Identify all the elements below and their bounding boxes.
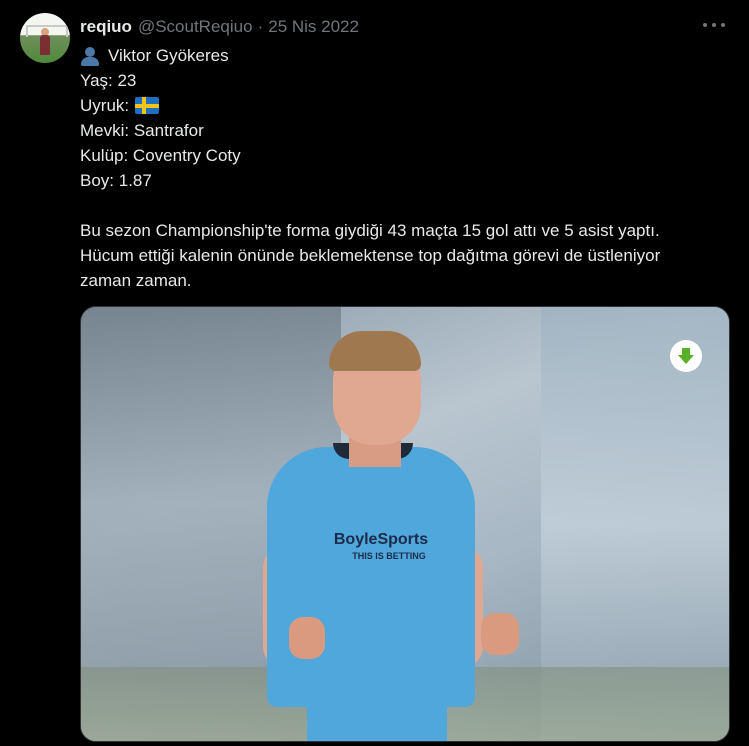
paragraph-line: Bu sezon Championship'te forma giydiği 4… (80, 218, 730, 243)
paragraph-text: zaman zaman. (80, 271, 192, 290)
more-dot (703, 23, 707, 27)
more-icon[interactable] (703, 18, 725, 32)
age-line: Yaş: 23 (80, 68, 730, 93)
player-name: Viktor Gyökeres (108, 46, 229, 65)
club-text: Kulüp: Coventry Coty (80, 146, 241, 165)
author-name[interactable]: reqiuo (80, 17, 132, 37)
shirt-sponsor: BoyleSports (333, 531, 429, 548)
download-arrow-glyph (678, 348, 694, 364)
paragraph-text: Hücum ettiği kalenin önünde beklemektens… (80, 246, 661, 265)
author-handle[interactable]: @ScoutReqiuo (138, 17, 253, 37)
tweet-photo[interactable]: BoyleSports THIS IS BETTING (80, 306, 730, 742)
height-line: Boy: 1.87 (80, 168, 730, 193)
club-line: Kulüp: Coventry Coty (80, 143, 730, 168)
tweet-text: Viktor Gyökeres Yaş: 23 Uyruk: Mevki: Sa… (80, 43, 730, 293)
position-text: Mevki: Santrafor (80, 121, 204, 140)
player-name-line: Viktor Gyökeres (80, 43, 730, 68)
height-text: Boy: 1.87 (80, 171, 152, 190)
player-hair (329, 331, 421, 371)
age-text: Yaş: 23 (80, 71, 137, 90)
avatar-person-body (40, 35, 50, 55)
shirt-sponsor-sub: THIS IS BETTING (352, 551, 426, 561)
more-dot (721, 23, 725, 27)
download-arrow-icon[interactable] (670, 340, 702, 372)
person-icon (80, 46, 100, 66)
player-shorts (307, 691, 447, 741)
more-dot (712, 23, 716, 27)
paragraph-line: Hücum ettiği kalenin önünde beklemektens… (80, 243, 730, 268)
nationality-label: Uyruk: (80, 96, 130, 115)
sweden-flag-icon (135, 97, 160, 114)
tweet-date[interactable]: 25 Nis 2022 (268, 17, 359, 37)
header-separator: · (257, 17, 264, 36)
nationality-line: Uyruk: (80, 93, 730, 118)
player-shirt (267, 447, 475, 707)
paragraph-text: Bu sezon Championship'te forma giydiği 4… (80, 221, 660, 240)
author-avatar[interactable] (20, 13, 70, 63)
tweet-header: reqiuo @ScoutReqiuo · 25 Nis 2022 (80, 16, 359, 38)
position-line: Mevki: Santrafor (80, 118, 730, 143)
paragraph-line: zaman zaman. (80, 268, 730, 293)
player-right-fist (481, 613, 519, 655)
player-left-fist (289, 617, 325, 659)
